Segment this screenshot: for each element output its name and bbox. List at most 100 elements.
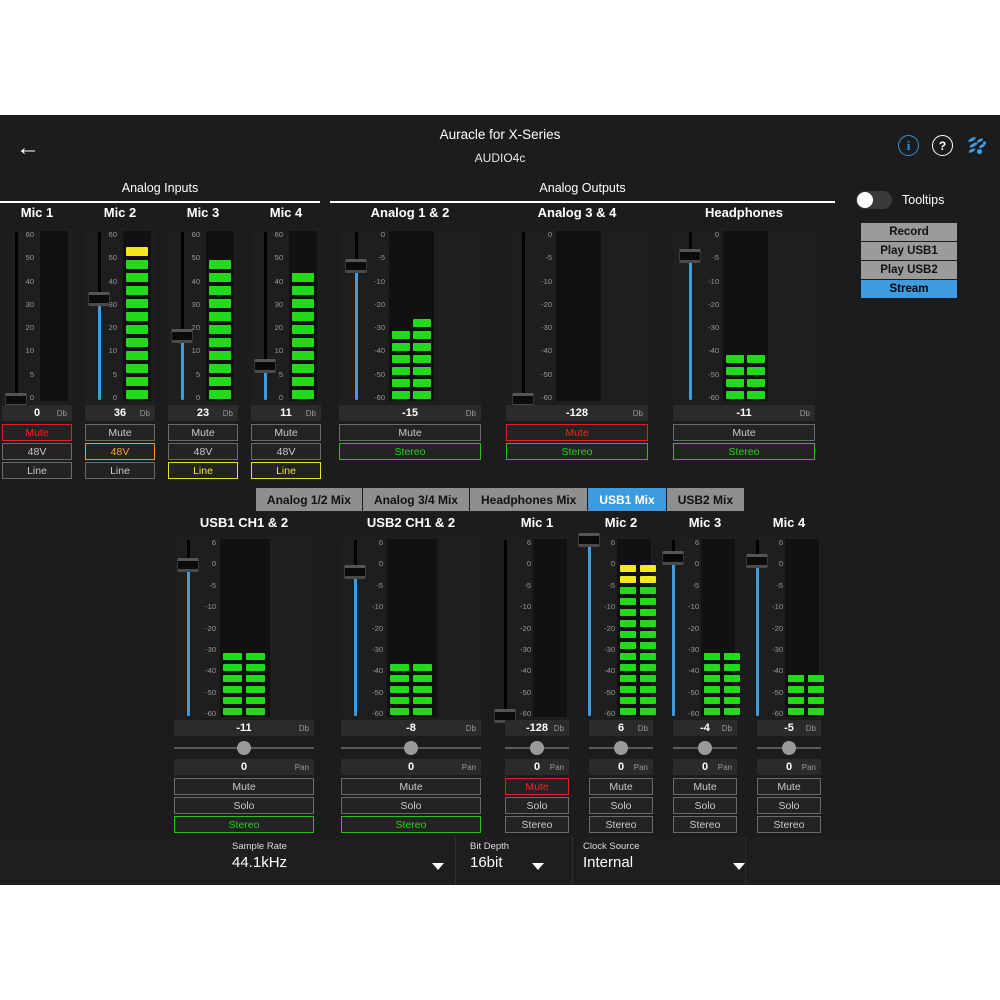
footer-label: Clock Source [583, 841, 640, 852]
footer-dropdown-caret[interactable] [733, 863, 745, 870]
scale-tick: -20 [541, 300, 552, 309]
footer-value[interactable]: 16bit [470, 854, 509, 871]
scale-tick: 30 [274, 300, 283, 309]
mix-stereo-button[interactable]: Stereo [505, 816, 569, 833]
unit-label: Db [305, 408, 316, 418]
led-segment [620, 708, 636, 715]
input-48v-button[interactable]: 48V [251, 443, 321, 460]
unit-label: Db [139, 408, 150, 418]
level-fader[interactable] [679, 249, 701, 263]
mix-strip-4: Mic 2 6 0 -5 -10 -20 -30 -40 -50 -60 6 Db 0 Pan Mute So… [578, 515, 656, 835]
scale-tick: -20 [688, 624, 699, 633]
mix-mute-button[interactable]: Mute [589, 778, 653, 795]
led-segment [640, 708, 656, 715]
mix-solo-button[interactable]: Solo [757, 797, 821, 814]
scale-tick: 0 [278, 393, 283, 402]
led-segment [390, 675, 409, 682]
scale-tick: -5 [209, 581, 216, 590]
input-line-button[interactable]: Line [168, 462, 238, 479]
scale-tick: -50 [708, 370, 719, 379]
input-mute-button[interactable]: Mute [85, 424, 155, 441]
footer-dropdown-caret[interactable] [532, 863, 544, 870]
pan-knob[interactable] [530, 741, 544, 755]
level-fader[interactable] [177, 558, 199, 572]
level-fader[interactable] [662, 551, 684, 565]
pan-slider[interactable] [174, 741, 314, 755]
mix-stereo-button[interactable]: Stereo [589, 816, 653, 833]
input-mute-button[interactable]: Mute [168, 424, 238, 441]
mix-tab-analog-1-2-mix[interactable]: Analog 1/2 Mix [255, 488, 363, 511]
input-strip-2: Mic 2 60 50 40 30 20 10 5 0 36 Db Mute 48V Line [83, 205, 157, 479]
pan-knob[interactable] [614, 741, 628, 755]
scale-tick: 0 [378, 559, 383, 568]
mix-mute-button[interactable]: Mute [174, 778, 314, 795]
led-segment [620, 576, 636, 583]
led-segment [726, 379, 744, 387]
pan-slider[interactable] [757, 741, 821, 755]
mix-solo-button[interactable]: Solo [174, 797, 314, 814]
level-fader[interactable] [578, 533, 600, 547]
input-48v-button[interactable]: 48V [2, 443, 72, 460]
gain-fader[interactable] [88, 292, 110, 306]
level-fader[interactable] [345, 259, 367, 273]
mix-stereo-button[interactable]: Stereo [673, 816, 737, 833]
mix-stereo-button[interactable]: Stereo [757, 816, 821, 833]
level-fader[interactable] [746, 554, 768, 568]
input-48v-button[interactable]: 48V [85, 443, 155, 460]
scale-tick: 0 [547, 230, 552, 239]
mix-tab-headphones-mix[interactable]: Headphones Mix [469, 488, 589, 511]
unit-label: Db [298, 723, 309, 733]
help-icon[interactable]: ? [932, 135, 954, 157]
output-mute-button[interactable]: Mute [506, 424, 648, 441]
level-fader-fill [187, 565, 190, 716]
mix-solo-button[interactable]: Solo [505, 797, 569, 814]
mix-tab-usb1-mix[interactable]: USB1 Mix [588, 488, 667, 511]
mix-stereo-button[interactable]: Stereo [174, 816, 314, 833]
led-segment [640, 697, 656, 704]
output-stereo-button[interactable]: Stereo [339, 443, 481, 460]
scale-tick: 6 [610, 538, 615, 547]
pan-slider[interactable] [505, 741, 569, 755]
led-segment [126, 273, 148, 282]
mix-stereo-button[interactable]: Stereo [341, 816, 481, 833]
input-line-button[interactable]: Line [85, 462, 155, 479]
mix-solo-button[interactable]: Solo [341, 797, 481, 814]
pan-slider[interactable] [589, 741, 653, 755]
footer-dropdown-caret[interactable] [432, 863, 444, 870]
mix-mute-button[interactable]: Mute [341, 778, 481, 795]
output-mute-button[interactable]: Mute [339, 424, 481, 441]
footer-value[interactable]: 44.1kHz [232, 854, 287, 871]
mix-solo-button[interactable]: Solo [673, 797, 737, 814]
gain-value: 23 [196, 407, 210, 419]
led-segment [620, 675, 636, 682]
footer-value[interactable]: Internal [583, 854, 640, 871]
input-mute-button[interactable]: Mute [251, 424, 321, 441]
mix-mute-button[interactable]: Mute [673, 778, 737, 795]
mix-mute-button[interactable]: Mute [757, 778, 821, 795]
input-48v-button[interactable]: 48V [168, 443, 238, 460]
output-stereo-button[interactable]: Stereo [506, 443, 648, 460]
output-stereo-button[interactable]: Stereo [673, 443, 815, 460]
input-line-button[interactable]: Line [251, 462, 321, 479]
info-icon[interactable]: i [898, 135, 920, 157]
mix-tab-usb2-mix[interactable]: USB2 Mix [666, 488, 745, 511]
output-mute-button[interactable]: Mute [673, 424, 815, 441]
mix-mute-button[interactable]: Mute [505, 778, 569, 795]
gain-fader[interactable] [254, 359, 276, 373]
mix-tab-analog-3-4-mix[interactable]: Analog 3/4 Mix [362, 488, 470, 511]
output-strip-3: Headphones 0 -5 -10 -20 -30 -40 -50 -60 -11 Db Mute… [673, 205, 815, 463]
pan-knob[interactable] [782, 741, 796, 755]
led-segment [223, 697, 242, 704]
pan-slider[interactable] [673, 741, 737, 755]
led-segment [620, 642, 636, 649]
brand-logo-icon[interactable] [966, 135, 988, 157]
pan-knob[interactable] [237, 741, 251, 755]
input-line-button[interactable]: Line [2, 462, 72, 479]
level-fader[interactable] [344, 565, 366, 579]
gain-fader[interactable] [171, 329, 193, 343]
pan-knob[interactable] [404, 741, 418, 755]
input-mute-button[interactable]: Mute [2, 424, 72, 441]
pan-knob[interactable] [698, 741, 712, 755]
pan-slider[interactable] [341, 741, 481, 755]
mix-solo-button[interactable]: Solo [589, 797, 653, 814]
